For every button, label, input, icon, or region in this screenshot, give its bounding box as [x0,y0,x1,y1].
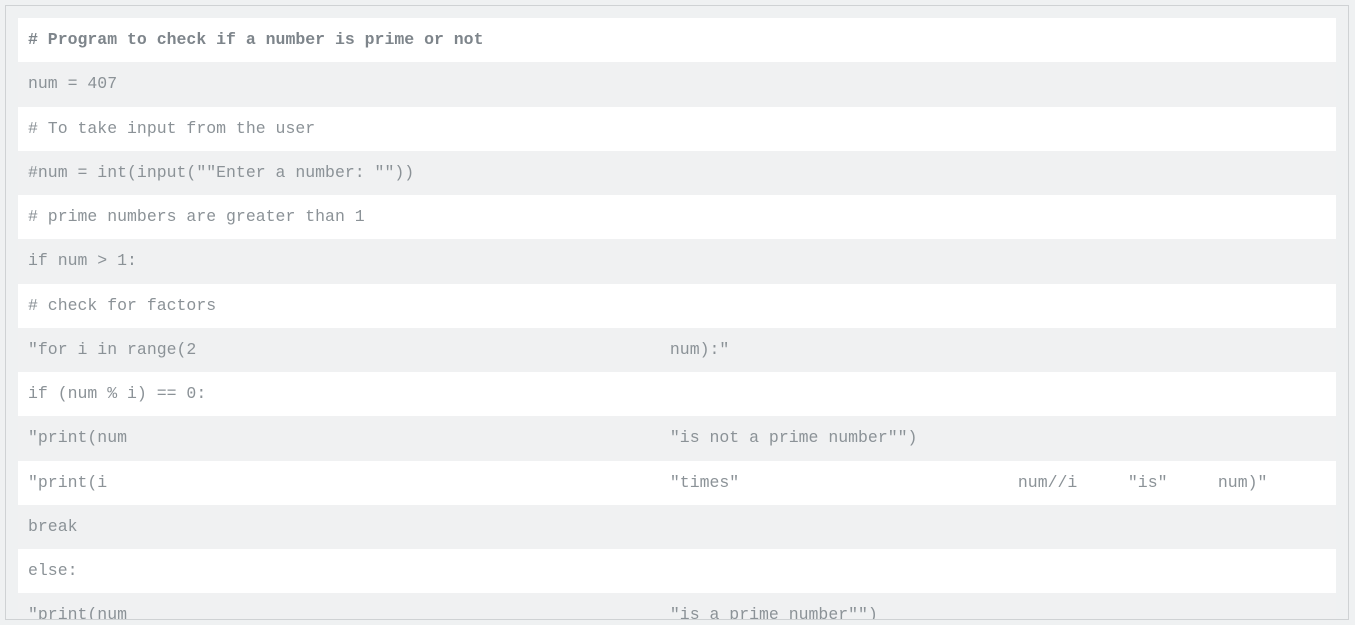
code-row: "for i in range(2 num):" [18,328,1336,372]
code-cell: if (num % i) == 0: [28,383,206,405]
code-listing: # Program to check if a number is prime … [18,18,1336,620]
code-cell: "for i in range(2 [28,339,660,361]
code-cell: # Program to check if a number is prime … [28,29,483,51]
code-row: else: [18,549,1336,593]
code-cell: if num > 1: [28,250,137,272]
code-row: break [18,505,1336,549]
code-cell: else: [28,560,78,582]
code-cell: num):" [660,339,1008,361]
code-row: # check for factors [18,284,1336,328]
code-cell: "times" [660,472,1008,494]
code-row: if num > 1: [18,239,1336,283]
code-row: # To take input from the user [18,107,1336,151]
code-cell: num)" [1208,472,1328,494]
code-cell: "print(i [28,472,660,494]
code-cell: # prime numbers are greater than 1 [28,206,365,228]
code-row: num = 407 [18,62,1336,106]
code-cell: "is" [1118,472,1208,494]
code-row: "print(num "is not a prime number"") [18,416,1336,460]
code-row: "print(num "is a prime number"") [18,593,1336,620]
code-cell: "is a prime number"") [660,604,1008,620]
code-row: if (num % i) == 0: [18,372,1336,416]
code-cell: num//i [1008,472,1118,494]
code-cell: "print(num [28,427,660,449]
code-cell: break [28,516,78,538]
code-cell: #num = int(input(""Enter a number: "")) [28,162,414,184]
code-row: # Program to check if a number is prime … [18,18,1336,62]
code-cell: # check for factors [28,295,216,317]
code-row: # prime numbers are greater than 1 [18,195,1336,239]
code-row: "print(i "times" num//i "is" num)" [18,461,1336,505]
code-cell: num = 407 [28,73,117,95]
code-cell: # To take input from the user [28,118,315,140]
code-row: #num = int(input(""Enter a number: "")) [18,151,1336,195]
scroll-container[interactable]: # Program to check if a number is prime … [5,5,1349,620]
code-cell: "is not a prime number"") [660,427,1008,449]
code-cell: "print(num [28,604,660,620]
